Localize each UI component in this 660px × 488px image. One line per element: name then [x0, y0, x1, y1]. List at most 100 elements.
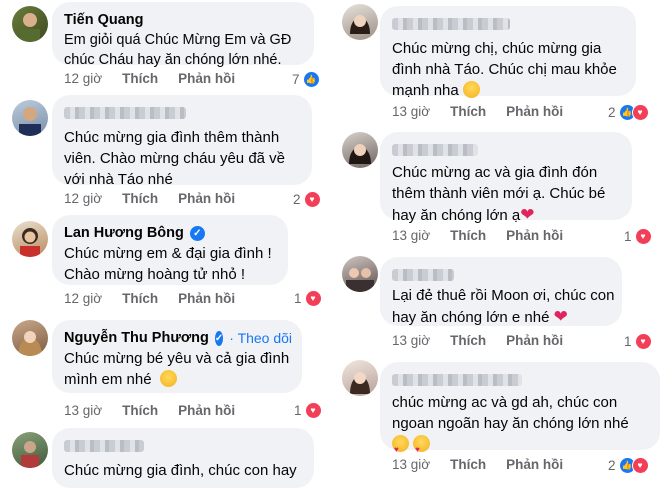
blurred-author-name	[64, 440, 144, 452]
comment-text-body: Chúc mừng bé yêu và cả gia đình mình em …	[64, 350, 290, 388]
comment-text: Chúc mừng chị, chúc mừng gia đình nhà Tá…	[392, 38, 632, 101]
like-button[interactable]: Thích	[122, 403, 158, 418]
like-button[interactable]: Thích	[122, 191, 158, 206]
comment-time[interactable]: 12 giờ	[64, 291, 102, 306]
blurred-author-name	[64, 107, 186, 119]
reaction-summary[interactable]: 7 👍	[292, 71, 320, 88]
like-button[interactable]: Thích	[450, 457, 486, 472]
reply-button[interactable]: Phản hồi	[178, 291, 235, 306]
blurred-author-name	[392, 374, 522, 386]
verified-badge-icon: ✓	[189, 225, 205, 241]
comment-time[interactable]: 13 giờ	[392, 228, 430, 243]
like-button[interactable]: Thích	[122, 71, 158, 86]
reaction-count: 1	[624, 334, 632, 349]
blurred-author-name	[392, 144, 478, 156]
reaction-count: 2	[293, 192, 301, 207]
love-icon: ♥	[634, 333, 652, 350]
reaction-summary[interactable]: 1 ♥	[624, 333, 652, 350]
comment-text: Chúc mừng gia đình, chúc con hay	[64, 462, 297, 479]
comment-author[interactable]: Lan Hương Bông	[64, 225, 184, 241]
avatar[interactable]	[12, 100, 48, 136]
red-heart-emoji-icon: ❤	[553, 307, 568, 326]
comment-actions: 12 giờ Thích Phản hồi	[64, 191, 235, 206]
reply-button[interactable]: Phản hồi	[506, 228, 563, 243]
reaction-summary[interactable]: 1 ♥	[294, 290, 322, 307]
comment-bubble: Lại đẻ thuê rồi Moon ơi, chúc con hay ăn…	[380, 257, 622, 326]
avatar[interactable]	[342, 256, 378, 292]
reaction-summary[interactable]: 2 ♥	[293, 191, 321, 208]
reaction-count: 2	[608, 105, 616, 120]
avatar[interactable]	[12, 320, 48, 356]
avatar[interactable]	[12, 221, 48, 257]
comment-author[interactable]: Nguyễn Thu Phương	[64, 330, 209, 346]
comment-text: Chúc mừng gia đình thêm thành viên. Chào…	[64, 129, 286, 188]
reaction-summary[interactable]: 1 ♥	[624, 228, 652, 245]
comment-bubble: Tiến Quang Em giỏi quá Chúc Mừng Em và G…	[52, 2, 314, 68]
comment-text: chúc mừng ac và gd ah, chúc con ngoan ng…	[392, 392, 654, 460]
reply-button[interactable]: Phản hồi	[506, 104, 563, 119]
comment-text: Chúc mừng em & đại gia đình ! Chào mừng …	[64, 245, 272, 283]
reaction-count: 2	[608, 458, 616, 473]
reply-button[interactable]: Phản hồi	[178, 191, 235, 206]
reaction-summary[interactable]: 2 👍 ♥	[608, 457, 649, 474]
avatar[interactable]	[342, 360, 378, 396]
reply-button[interactable]: Phản hồi	[178, 403, 235, 418]
comment-time[interactable]: 12 giờ	[64, 71, 102, 86]
reply-button[interactable]: Phản hồi	[178, 71, 235, 86]
red-heart-emoji-icon: ❤	[520, 205, 535, 224]
comment-time[interactable]: 13 giờ	[392, 457, 430, 472]
comment-text-body: Chúc mừng ac và gia đình đón thêm thành …	[392, 164, 606, 224]
like-button[interactable]: Thích	[122, 291, 158, 306]
smiling-face-with-hearts-emoji-icon	[413, 435, 431, 460]
comment-bubble: Chúc mừng gia đình thêm thành viên. Chào…	[52, 95, 312, 188]
follow-label[interactable]: Theo dõi	[238, 330, 292, 346]
reply-button[interactable]: Phản hồi	[506, 333, 563, 348]
reaction-count: 1	[624, 229, 632, 244]
love-icon: ♥	[303, 191, 321, 208]
blurred-author-name	[392, 269, 454, 281]
like-icon: 👍	[302, 71, 320, 88]
love-icon: ♥	[634, 228, 652, 245]
comment-actions: 13 giờ Thích Phản hồi	[64, 403, 235, 418]
reaction-summary[interactable]: 2 👍 ♥	[608, 104, 649, 121]
avatar[interactable]	[12, 6, 48, 42]
reaction-summary[interactable]: 1 ♥	[294, 402, 322, 419]
reaction-count: 7	[292, 72, 300, 87]
heart-eyes-emoji-icon	[462, 81, 480, 98]
love-icon: ♥	[304, 402, 322, 419]
like-button[interactable]: Thích	[450, 104, 486, 119]
avatar[interactable]	[12, 432, 48, 468]
avatar[interactable]	[342, 132, 378, 168]
heart-eyes-emoji-icon	[159, 370, 177, 387]
comment-time[interactable]: 12 giờ	[64, 191, 102, 206]
comment-time[interactable]: 13 giờ	[64, 403, 102, 418]
comment-actions: 13 giờ Thích Phản hồi	[392, 457, 563, 472]
comment-time[interactable]: 13 giờ	[392, 333, 430, 348]
comment-bubble: Nguyễn Thu Phương ✓ · Theo dõi Chúc mừng…	[52, 320, 302, 393]
avatar[interactable]	[342, 4, 378, 40]
comment-actions: 13 giờ Thích Phản hồi	[392, 104, 563, 119]
comment-actions: 12 giờ Thích Phản hồi	[64, 291, 235, 306]
column-divider	[330, 0, 332, 480]
comment-text: Em giỏi quá Chúc Mừng Em và GĐ chúc Cháu…	[64, 32, 292, 68]
love-icon: ♥	[304, 290, 322, 307]
comment-time[interactable]: 13 giờ	[392, 104, 430, 119]
smiling-face-with-hearts-emoji-icon	[392, 435, 409, 460]
comment-author[interactable]: Tiến Quang	[64, 12, 144, 28]
comment-actions: 13 giờ Thích Phản hồi	[392, 333, 563, 348]
like-button[interactable]: Thích	[450, 228, 486, 243]
comment-text: Chúc mừng bé yêu và cả gia đình mình em …	[64, 348, 300, 390]
reaction-count: 1	[294, 291, 302, 306]
comment-bubble: Chúc mừng gia đình, chúc con hay	[52, 428, 314, 488]
like-button[interactable]: Thích	[450, 333, 486, 348]
comment-text-body: chúc mừng ac và gd ah, chúc con ngoan ng…	[392, 394, 629, 432]
comment-bubble: chúc mừng ac và gd ah, chúc con ngoan ng…	[380, 362, 660, 460]
follow-link[interactable]: · Theo dõi	[229, 330, 292, 346]
love-icon: ♥	[631, 457, 649, 474]
verified-badge-icon: ✓	[214, 330, 224, 346]
comment-text-body: Lại đẻ thuê rồi Moon ơi, chúc con hay ăn…	[392, 287, 615, 326]
blurred-author-name	[392, 18, 510, 30]
comment-actions: 12 giờ Thích Phản hồi	[64, 71, 235, 86]
reply-button[interactable]: Phản hồi	[506, 457, 563, 472]
comment-text-body: Chúc mừng chị, chúc mừng gia đình nhà Tá…	[392, 40, 617, 99]
